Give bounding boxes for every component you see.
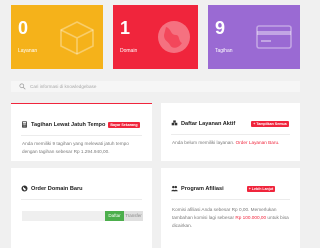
affiliate-amount: Rp 100.000,00: [235, 215, 267, 220]
domain-label: Domain: [120, 48, 138, 54]
no-services-text: Anda belum memiliki layanan.: [172, 140, 235, 145]
overdue-invoices-header: Tagihan Lewat Jatuh Tempo Bayar Sekarang: [21, 121, 140, 128]
services-tile[interactable]: 0 Layanan: [11, 5, 103, 69]
active-services-title: Daftar Layanan Aktif: [181, 120, 236, 127]
cube-icon: [60, 21, 94, 55]
domain-search-row: Daftar Transfer: [22, 211, 143, 221]
active-services-panel: Daftar Layanan Aktif + Tampilkan Semua A…: [161, 103, 300, 161]
order-new-service-link[interactable]: Order Layanan Baru.: [236, 140, 280, 145]
active-services-header: Daftar Layanan Aktif + Tampilkan Semua: [171, 120, 289, 127]
users-icon: [171, 185, 178, 192]
invoices-tile[interactable]: 9 Tagihan: [208, 5, 300, 69]
register-domain-title: Order Domain Baru: [31, 185, 83, 192]
invoices-count: 9: [215, 18, 226, 38]
domain-count: 1: [120, 18, 131, 38]
search-icon: [19, 83, 26, 90]
knowledgebase-search: [11, 81, 300, 92]
register-domain-button[interactable]: Daftar: [105, 211, 124, 221]
transfer-domain-button[interactable]: Transfer: [124, 211, 143, 221]
cubes-icon: [171, 120, 178, 126]
services-label: Layanan: [18, 48, 38, 54]
divider: [21, 135, 142, 136]
active-services-text: Anda belum memiliki layanan. Order Layan…: [172, 139, 292, 147]
globe-icon: [158, 21, 190, 53]
pay-now-button[interactable]: Bayar Sekarang: [108, 121, 140, 128]
divider: [171, 134, 290, 135]
overdue-invoices-panel: Tagihan Lewat Jatuh Tempo Bayar Sekarang…: [11, 103, 152, 161]
affiliate-header: Program Afiliasi + Lebih Lanjut: [171, 185, 276, 192]
affiliate-panel: Program Afiliasi + Lebih Lanjut Komisi a…: [161, 168, 300, 248]
register-domain-panel: Order Domain Baru Daftar Transfer: [11, 168, 152, 248]
globe-icon: [21, 185, 28, 192]
show-all-button[interactable]: + Tampilkan Semua: [251, 120, 289, 127]
divider: [171, 199, 290, 200]
overdue-invoices-text: Anda memiliki 9 tagihan yang melewati ja…: [22, 141, 129, 154]
affiliate-title: Program Afiliasi: [181, 185, 224, 192]
domain-tile[interactable]: 1 Domain: [113, 5, 198, 69]
search-input[interactable]: [30, 81, 290, 92]
services-count: 0: [18, 18, 29, 38]
invoices-label: Tagihan: [215, 48, 233, 54]
credit-card-icon: [256, 25, 292, 49]
divider: [21, 199, 142, 200]
affiliate-text: Komisi afiliasi Anda sebesar Rp 0,00. Me…: [172, 206, 292, 230]
learn-more-button[interactable]: + Lebih Lanjut: [246, 185, 276, 192]
overdue-invoices-title: Tagihan Lewat Jatuh Tempo: [31, 121, 106, 128]
calculator-icon: [22, 121, 27, 128]
register-domain-header: Order Domain Baru: [21, 185, 83, 192]
